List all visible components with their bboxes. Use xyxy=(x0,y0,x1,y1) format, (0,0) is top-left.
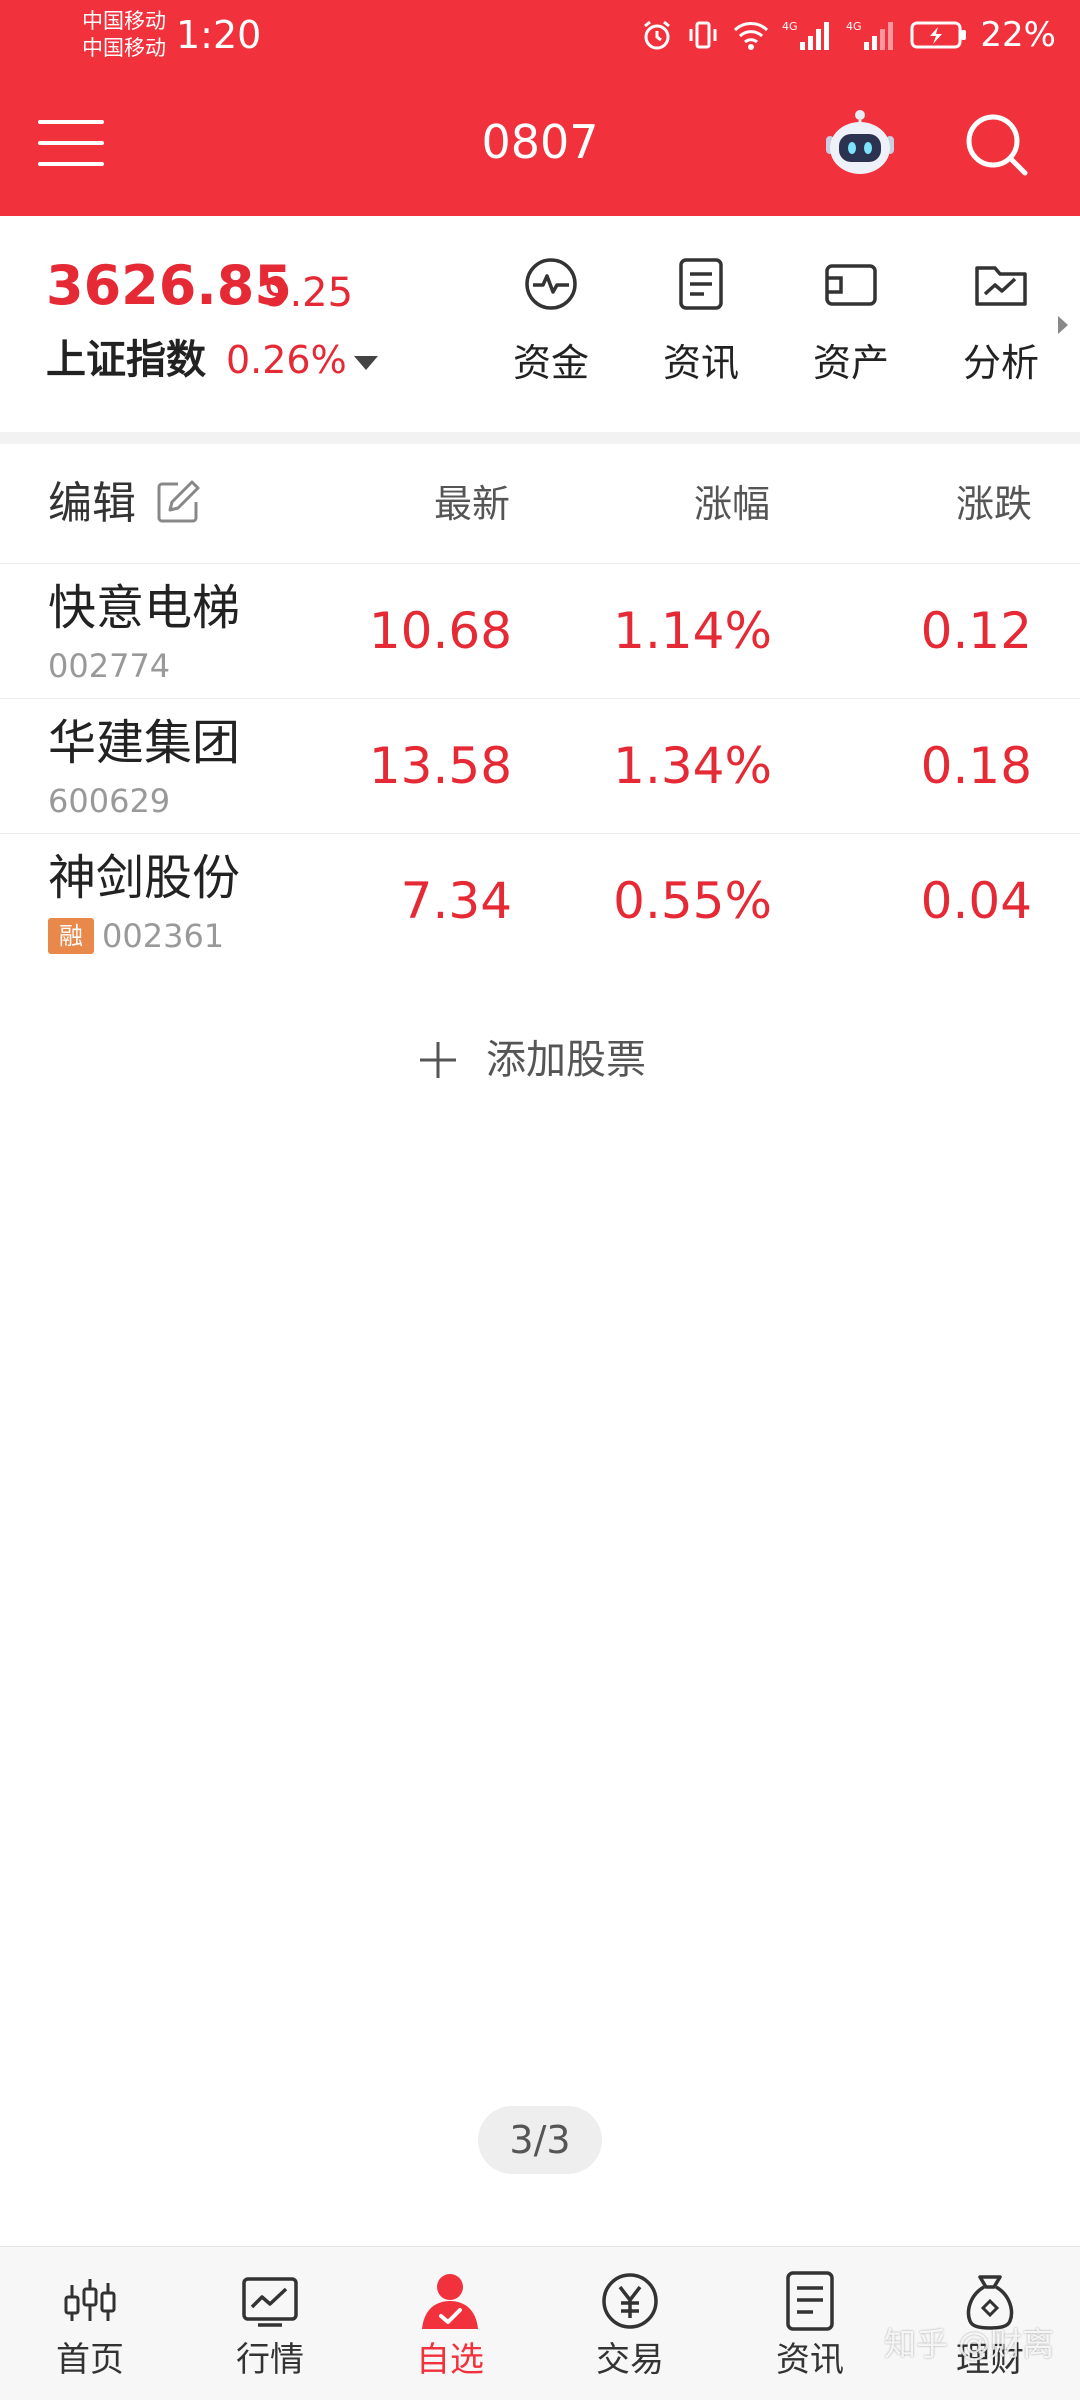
candlestick-icon xyxy=(64,2279,116,2321)
tab-label: 资讯 xyxy=(776,2340,844,2380)
plus-icon xyxy=(420,1042,456,1078)
index-percent: 0.26% xyxy=(226,338,347,382)
status-icons: 4G 4G 22% xyxy=(640,12,1056,58)
tab-label: 行情 xyxy=(236,2340,304,2380)
search-icon xyxy=(966,114,1028,176)
index-dropdown-caret-icon[interactable] xyxy=(354,356,378,370)
stock-name: 快意电梯 xyxy=(48,580,241,636)
page-indicator: 3/3 xyxy=(478,2106,602,2174)
column-change[interactable]: 涨跌 xyxy=(832,476,1032,532)
section-divider xyxy=(0,432,1080,444)
header-area: 中国移动 中国移动 1:20 4G 4G 22% 0807 xyxy=(0,0,1080,216)
stock-row[interactable]: 华建集团 600629 13.58 1.34% 0.18 xyxy=(0,699,1080,834)
tab-watchlist[interactable]: 自选 xyxy=(360,2247,540,2400)
alarm-icon xyxy=(644,20,671,50)
stock-name: 神剑股份 xyxy=(48,850,241,906)
stock-latest: 13.58 xyxy=(368,737,512,795)
document-icon xyxy=(679,258,723,310)
signal-4g-icon: 4G xyxy=(782,20,830,50)
index-change: 9.25 xyxy=(264,270,354,316)
stock-percent: 1.34% xyxy=(613,737,772,795)
vibrate-icon xyxy=(689,21,717,49)
column-latest[interactable]: 最新 xyxy=(310,476,510,532)
bottom-tab-bar: 首页 行情 自选 交易 资讯 理财 xyxy=(0,2246,1080,2400)
edit-button[interactable]: 编辑 xyxy=(48,474,136,534)
stock-change: 0.18 xyxy=(920,737,1032,795)
tab-label: 首页 xyxy=(56,2340,124,2380)
stock-latest: 7.34 xyxy=(400,872,512,930)
page-title: 0807 xyxy=(481,115,599,169)
tab-label: 交易 xyxy=(596,2340,664,2380)
document-icon xyxy=(786,2271,834,2331)
signal-4g-icon: 4G xyxy=(846,20,894,50)
stock-change: 0.12 xyxy=(920,602,1032,660)
stock-name: 华建集团 xyxy=(48,715,241,771)
quick-action-news[interactable]: 资讯 xyxy=(646,256,756,406)
yuan-icon xyxy=(602,2273,658,2329)
quick-action-funds[interactable]: 资金 xyxy=(496,256,606,406)
tab-news[interactable]: 资讯 xyxy=(720,2247,900,2400)
add-stock-label: 添加股票 xyxy=(486,1037,646,1083)
chart-folder-icon xyxy=(975,266,1027,306)
money-bag-icon xyxy=(966,2275,1014,2330)
watchlist-header: 编辑 最新 涨幅 涨跌 xyxy=(0,444,1080,564)
carrier-names: 中国移动 中国移动 xyxy=(82,8,166,62)
status-time: 1:20 xyxy=(176,13,262,57)
watermark: 知乎 @财离 xyxy=(884,2325,1055,2363)
battery-charging-icon xyxy=(910,21,967,49)
status-bar: 中国移动 中国移动 1:20 4G 4G 22% xyxy=(0,0,1080,72)
add-stock-button[interactable]: 添加股票 xyxy=(418,1030,646,1090)
search-button[interactable] xyxy=(962,110,1030,178)
tab-home[interactable]: 首页 xyxy=(0,2247,180,2400)
quick-action-analysis[interactable]: 分析 xyxy=(946,256,1056,406)
menu-button[interactable] xyxy=(38,118,104,168)
quick-action-label: 分析 xyxy=(962,341,1039,385)
margin-trading-badge: 融 xyxy=(48,918,94,954)
svg-text:4G: 4G xyxy=(846,20,862,33)
user-check-icon xyxy=(422,2274,478,2329)
battery-percent: 22% xyxy=(980,15,1056,55)
index-name[interactable]: 上证指数 xyxy=(46,332,206,388)
stock-row[interactable]: 神剑股份 融 002361 7.34 0.55% 0.04 xyxy=(0,834,1080,969)
quick-action-label: 资产 xyxy=(812,341,889,385)
robot-assistant-icon xyxy=(826,110,894,174)
app-screen: 中国移动 中国移动 1:20 4G 4G 22% 0807 3626.85 9.… xyxy=(0,0,1080,2400)
carrier-2: 中国移动 xyxy=(82,36,166,60)
stock-code: 002774 xyxy=(48,647,171,685)
stock-latest: 10.68 xyxy=(368,602,512,660)
quick-action-label: 资金 xyxy=(512,341,589,385)
tab-trade[interactable]: 交易 xyxy=(540,2247,720,2400)
stock-row[interactable]: 快意电梯 002774 10.68 1.14% 0.12 xyxy=(0,564,1080,699)
menu-icon xyxy=(38,120,104,166)
stock-code: 600629 xyxy=(48,782,171,820)
index-summary: 3626.85 9.25 上证指数 0.26% 资金 资讯 资产 分析 xyxy=(0,216,1080,432)
stock-percent: 0.55% xyxy=(613,872,772,930)
nav-bar: 0807 xyxy=(0,72,1080,216)
index-value[interactable]: 3626.85 xyxy=(46,254,292,318)
tab-label: 自选 xyxy=(416,2340,484,2380)
pulse-icon xyxy=(525,258,577,310)
assistant-button[interactable] xyxy=(822,108,898,178)
more-actions-arrow-icon[interactable] xyxy=(1058,316,1068,334)
trend-chart-icon xyxy=(242,2277,298,2327)
svg-text:4G: 4G xyxy=(782,20,798,33)
column-percent[interactable]: 涨幅 xyxy=(570,476,770,532)
tab-market[interactable]: 行情 xyxy=(180,2247,360,2400)
wifi-icon xyxy=(734,22,769,50)
wallet-icon xyxy=(825,264,877,306)
stock-change: 0.04 xyxy=(920,872,1032,930)
quick-action-label: 资讯 xyxy=(662,341,739,385)
stock-percent: 1.14% xyxy=(613,602,772,660)
stock-code: 002361 xyxy=(102,917,225,955)
quick-action-assets[interactable]: 资产 xyxy=(796,256,906,406)
edit-pencil-icon[interactable] xyxy=(154,478,202,526)
carrier-1: 中国移动 xyxy=(82,9,166,33)
